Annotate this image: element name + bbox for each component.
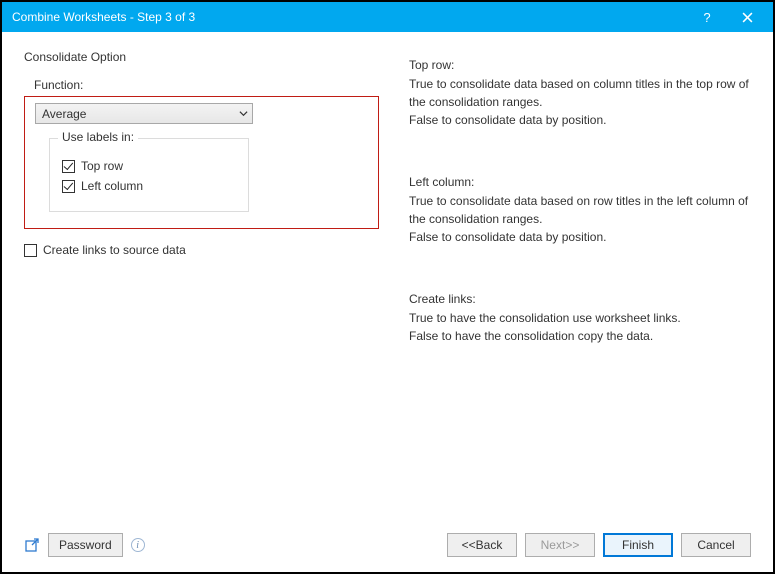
help-left-column: Left column: True to consolidate data ba… [409,173,751,246]
checkbox-icon [24,244,37,257]
function-label: Function: [34,78,379,92]
footer-right: <<Back Next>> Finish Cancel [447,533,751,557]
function-dropdown-value: Average [42,107,86,121]
top-row-checkbox-label: Top row [81,159,123,173]
help-panel: Top row: True to consolidate data based … [409,50,751,518]
password-button-label: Password [59,538,112,552]
cancel-button-label: Cancel [697,538,734,552]
help-text: True to have the consolidation use works… [409,309,751,327]
section-title: Consolidate Option [24,50,379,64]
close-button[interactable] [727,3,767,31]
chevron-down-icon [239,109,248,118]
checkbox-icon [62,180,75,193]
finish-button-label: Finish [622,538,654,552]
help-title: Top row: [409,56,751,74]
footer: Password i <<Back Next>> Finish Cancel [2,528,773,572]
checkbox-icon [62,160,75,173]
close-icon [742,12,753,23]
back-button[interactable]: <<Back [447,533,517,557]
titlebar: Combine Worksheets - Step 3 of 3 ? [2,2,773,32]
help-text: False to have the consolidation copy the… [409,327,751,345]
popout-icon[interactable] [24,537,40,553]
cancel-button[interactable]: Cancel [681,533,751,557]
help-title: Left column: [409,173,751,191]
content-area: Consolidate Option Function: Average Use… [2,32,773,528]
function-dropdown[interactable]: Average [35,103,253,124]
help-title: Create links: [409,290,751,308]
next-button: Next>> [525,533,595,557]
help-button[interactable]: ? [687,3,727,31]
help-top-row: Top row: True to consolidate data based … [409,56,751,129]
window-title: Combine Worksheets - Step 3 of 3 [12,10,687,24]
help-text: True to consolidate data based on column… [409,75,751,111]
top-row-checkbox[interactable]: Top row [62,159,236,173]
use-labels-legend: Use labels in: [58,130,138,144]
help-create-links: Create links: True to have the consolida… [409,290,751,345]
help-text: True to consolidate data based on row ti… [409,192,751,228]
highlighted-options-box: Average Use labels in: Top row Left colu… [24,96,379,229]
back-button-label: <<Back [462,538,503,552]
password-button[interactable]: Password [48,533,123,557]
use-labels-group: Use labels in: Top row Left column [49,138,249,212]
create-links-checkbox[interactable]: Create links to source data [24,243,379,257]
help-text: False to consolidate data by position. [409,111,751,129]
left-column: Consolidate Option Function: Average Use… [24,50,379,518]
info-icon[interactable]: i [131,538,145,552]
left-column-checkbox[interactable]: Left column [62,179,236,193]
create-links-checkbox-label: Create links to source data [43,243,186,257]
finish-button[interactable]: Finish [603,533,673,557]
help-text: False to consolidate data by position. [409,228,751,246]
next-button-label: Next>> [541,538,580,552]
left-column-checkbox-label: Left column [81,179,143,193]
footer-left: Password i [24,533,439,557]
